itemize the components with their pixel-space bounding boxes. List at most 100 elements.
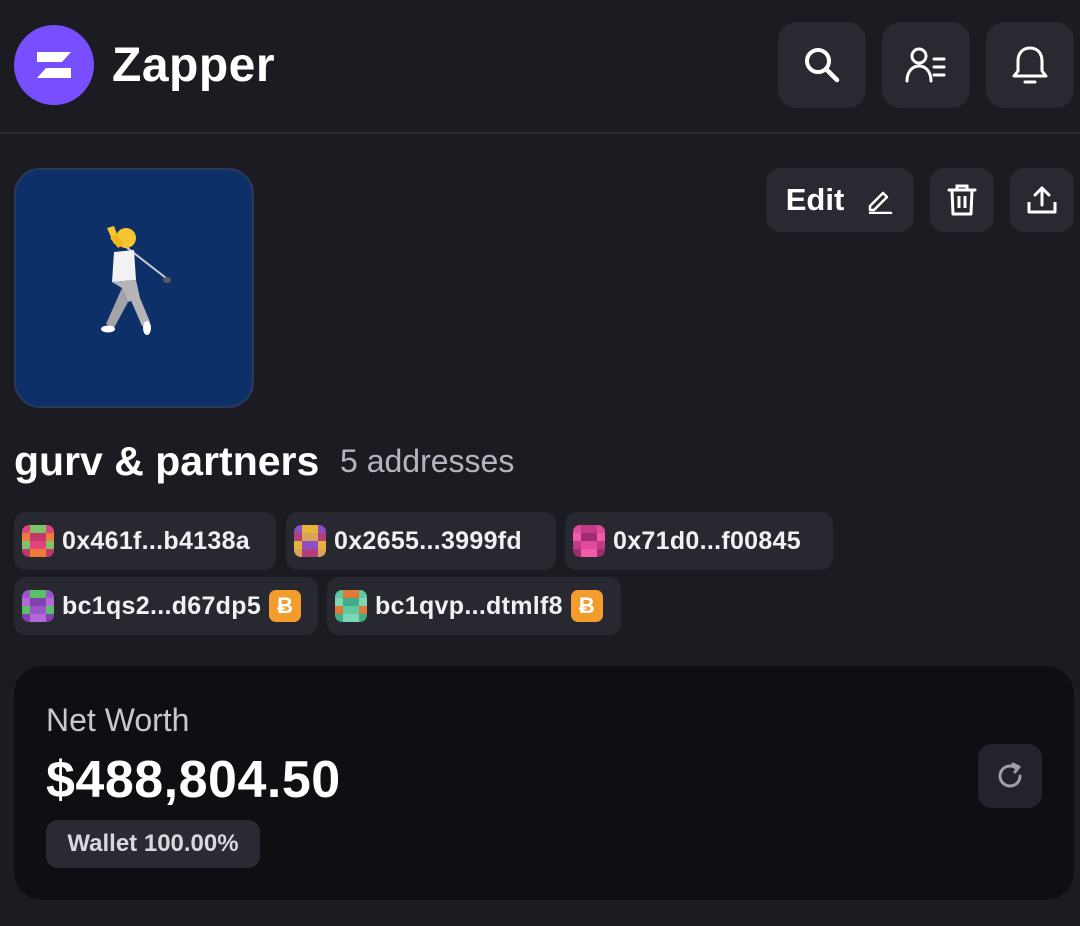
avatar-pixel [46, 606, 54, 614]
top-bar: Zapper [0, 0, 1080, 134]
delete-button[interactable] [930, 168, 994, 232]
avatar-pixel [22, 549, 30, 557]
notifications-button[interactable] [986, 22, 1074, 108]
avatar-pixel [335, 606, 343, 614]
avatar-pixel [589, 541, 597, 549]
avatar-pixel [351, 606, 359, 614]
edit-label: Edit [785, 182, 845, 217]
avatar-pixel [30, 541, 38, 549]
avatar-pixel [22, 590, 30, 598]
bundles-button[interactable] [882, 22, 970, 108]
avatar-pixel [38, 598, 46, 606]
avatar-pixel [351, 614, 359, 622]
avatar-pixel [310, 541, 318, 549]
bundle-name: gurv & partners [14, 438, 320, 484]
address-chip[interactable]: bc1qs2...d67dp5 Ƀ [14, 577, 318, 635]
avatar-pixel [343, 598, 351, 606]
avatar-pixel [589, 525, 597, 533]
address-avatar [22, 525, 54, 557]
avatar-pixel [573, 525, 581, 533]
address-chip[interactable]: 0x71d0...f00845 [565, 512, 833, 570]
avatar-pixel [38, 541, 46, 549]
address-avatar [573, 525, 605, 557]
bundle-avatar[interactable] [14, 168, 254, 408]
avatar-pixel [302, 533, 310, 541]
avatar-pixel [589, 549, 597, 557]
avatar-pixel [294, 541, 302, 549]
avatar-pixel [38, 606, 46, 614]
address-avatar [22, 590, 54, 622]
edit-button[interactable]: Edit [766, 168, 914, 232]
avatar-pixel [302, 541, 310, 549]
address-label: 0x2655...3999fd [334, 526, 522, 555]
user-list-icon [905, 47, 946, 83]
bitcoin-icon: Ƀ [570, 590, 603, 622]
wallet-share-pill[interactable]: Wallet 100.00% [46, 820, 260, 868]
refresh-button[interactable] [978, 744, 1042, 808]
refresh-icon [998, 762, 1022, 788]
address-label: bc1qs2...d67dp5 [62, 591, 262, 620]
address-count: 5 addresses [340, 443, 515, 479]
avatar-pixel [30, 606, 38, 614]
avatar-pixel [30, 590, 38, 598]
avatar-pixel [46, 598, 54, 606]
search-button[interactable] [778, 22, 866, 108]
avatar-pixel [581, 533, 589, 541]
avatar-pixel [318, 541, 326, 549]
avatar-pixel [22, 525, 30, 533]
avatar-pixel [581, 525, 589, 533]
avatar-pixel [294, 549, 302, 557]
address-avatar [294, 525, 326, 557]
avatar-pixel [343, 614, 351, 622]
avatar-pixel [359, 590, 367, 598]
avatar-pixel [581, 541, 589, 549]
avatar-pixel [335, 590, 343, 598]
share-button[interactable] [1010, 168, 1074, 232]
avatar-pixel [335, 614, 343, 622]
avatar-pixel [310, 549, 318, 557]
avatar-pixel [38, 525, 46, 533]
golfer-icon [101, 226, 171, 335]
avatar-pixel [335, 598, 343, 606]
search-icon [805, 48, 840, 83]
avatar-pixel [310, 525, 318, 533]
avatar-pixel [38, 590, 46, 598]
address-label: 0x71d0...f00845 [613, 526, 801, 555]
avatar-pixel [359, 598, 367, 606]
avatar-pixel [359, 606, 367, 614]
avatar-pixel [302, 525, 310, 533]
zapper-logo-icon[interactable] [14, 25, 94, 105]
trash-icon [947, 184, 977, 216]
net-worth-value: $488,804.50 [46, 751, 341, 809]
upload-icon [1027, 186, 1057, 214]
avatar-pixel [46, 541, 54, 549]
bundle-page: Zapper Edit gurv & partners 5 addresses … [0, 0, 1080, 926]
bitcoin-icon: Ƀ [269, 590, 302, 622]
address-label: 0x461f...b4138a [62, 526, 250, 555]
avatar-pixel [573, 533, 581, 541]
avatar-pixel [38, 533, 46, 541]
avatar-pixel [30, 614, 38, 622]
avatar-pixel [294, 525, 302, 533]
avatar-pixel [318, 549, 326, 557]
avatar-pixel [351, 590, 359, 598]
avatar-pixel [310, 533, 318, 541]
avatar-pixel [22, 598, 30, 606]
address-chip[interactable]: 0x2655...3999fd [286, 512, 556, 570]
app-title[interactable]: Zapper [112, 36, 275, 96]
avatar-pixel [597, 533, 605, 541]
net-worth-card: Net Worth $488,804.50 Wallet 100.00% [14, 666, 1074, 900]
avatar-pixel [22, 533, 30, 541]
avatar-pixel [573, 549, 581, 557]
avatar-pixel [46, 590, 54, 598]
address-chip[interactable]: bc1qvp...dtmlf8 Ƀ [327, 577, 621, 635]
avatar-pixel [589, 533, 597, 541]
avatar-pixel [597, 525, 605, 533]
avatar-pixel [573, 541, 581, 549]
avatar-pixel [343, 590, 351, 598]
avatar-pixel [30, 598, 38, 606]
avatar-pixel [22, 606, 30, 614]
avatar-pixel [294, 533, 302, 541]
avatar-pixel [318, 533, 326, 541]
address-chip[interactable]: 0x461f...b4138a [14, 512, 276, 570]
